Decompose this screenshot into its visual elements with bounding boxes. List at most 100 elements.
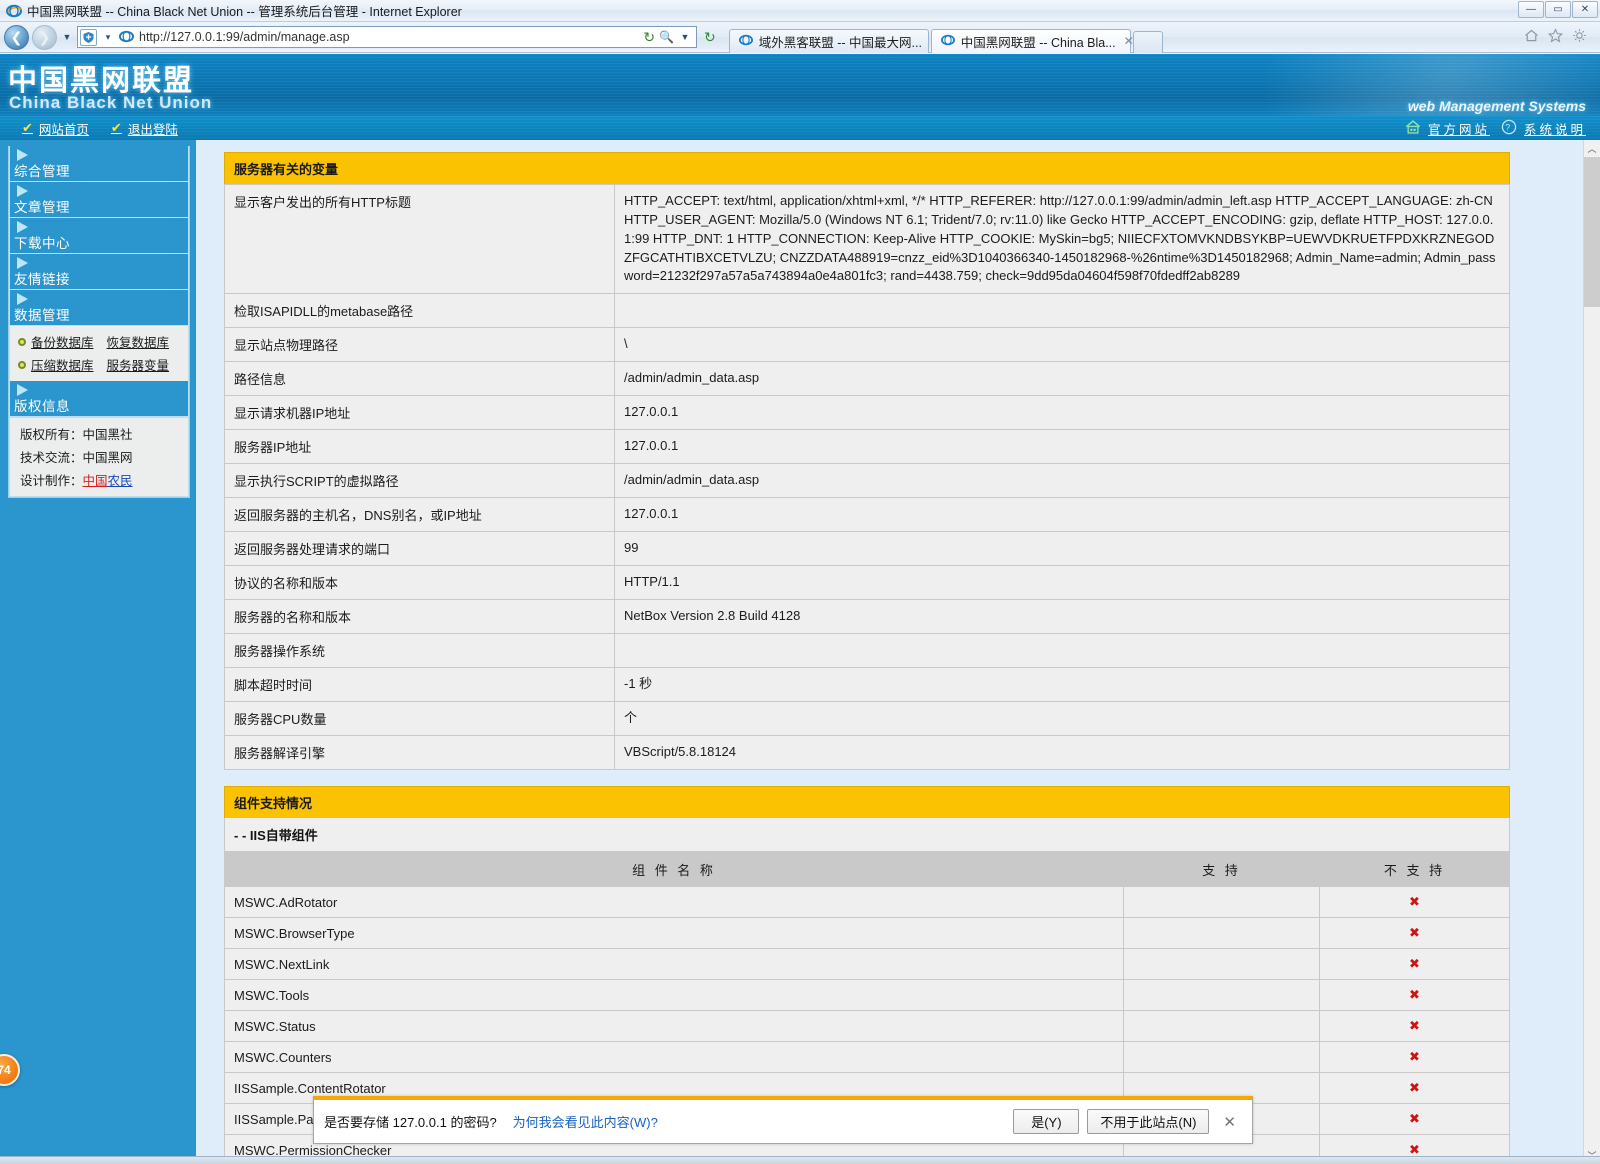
back-button[interactable]: ❮	[4, 24, 29, 50]
unsupported-cell: ✖	[1319, 1041, 1510, 1074]
server-variables-panel: 服务器有关的变量 显示客户发出的所有HTTP标题 HTTP_ACCEPT: te…	[224, 152, 1510, 771]
x-icon: ✖	[1409, 956, 1420, 972]
unsupported-cell: ✖	[1319, 948, 1510, 981]
sidebar-item-general[interactable]: 综合管理	[9, 146, 189, 182]
sidebar-item-restore-db[interactable]: 恢复数据库	[107, 332, 170, 351]
sidebar-item-backup-db[interactable]: 备份数据库	[31, 332, 94, 351]
tab-1[interactable]: 中国黑网联盟 -- China Bla... ✕	[930, 28, 1134, 53]
bullet-icon	[18, 337, 26, 346]
row-value: /admin/admin_data.asp	[614, 361, 1510, 397]
close-icon[interactable]: ✕	[1217, 1113, 1242, 1131]
sidebar-item-compact-db[interactable]: 压缩数据库	[31, 355, 94, 374]
yes-button[interactable]: 是(Y)	[1013, 1109, 1080, 1134]
supported-cell	[1123, 1010, 1320, 1043]
sidebar-group-label: 综合管理	[14, 164, 70, 179]
search-caret-icon[interactable]: ▼	[678, 32, 692, 42]
maximize-button[interactable]: ▭	[1545, 1, 1571, 18]
title-bar: 中国黑网联盟 -- China Black Net Union -- 管理系统后…	[0, 0, 1600, 22]
copyright-key: 设计制作：	[20, 474, 83, 488]
scroll-thumb[interactable]	[1584, 157, 1600, 307]
window-controls[interactable]: — ▭ ✕	[1518, 1, 1598, 18]
sidebar-item-data[interactable]: 数据管理	[9, 290, 189, 326]
compat-caret-icon[interactable]: ▾	[101, 32, 115, 43]
x-icon: ✖	[1409, 1080, 1420, 1096]
notification-message: 是否要存储 127.0.0.1 的密码?	[324, 1115, 497, 1130]
favorites-icon[interactable]	[1547, 27, 1564, 47]
row-key: 返回服务器处理请求的端口	[224, 531, 615, 567]
nav-link-label: 网站首页	[38, 122, 89, 137]
sidebar-group-label: 友情链接	[14, 272, 70, 287]
system-help-label: 系统说明	[1523, 122, 1586, 137]
panel-title-components: 组件支持情况	[224, 786, 1510, 819]
table-row: 协议的名称和版本 HTTP/1.1	[224, 565, 1510, 601]
sidebar-item-links[interactable]: 友情链接	[9, 254, 189, 290]
stop-refresh-icon[interactable]: ↻	[700, 29, 720, 46]
web-page: 中国黑网联盟 China Black Net Union web Managem…	[0, 54, 1600, 1164]
row-key: 显示执行SCRIPT的虚拟路径	[224, 463, 615, 499]
row-key: 返回服务器的主机名，DNS别名，或IP地址	[224, 497, 615, 533]
section-iis-components: - - IIS自带组件	[224, 818, 1510, 853]
minimize-button[interactable]: —	[1518, 1, 1544, 18]
designer-link-red[interactable]: 中国	[83, 474, 108, 488]
sidebar-group-label: 下载中心	[14, 236, 70, 251]
table-row: 返回服务器处理请求的端口 99	[224, 531, 1510, 567]
close-button[interactable]: ✕	[1572, 1, 1598, 18]
tab-label: 域外黑客联盟 -- 中国最大网...	[758, 35, 922, 50]
col-unsupported: 不 支 持	[1319, 852, 1510, 888]
new-tab-button[interactable]	[1132, 30, 1163, 53]
row-key: 检取ISAPIDLL的metabase路径	[224, 293, 615, 329]
site-logo-en: China Black Net Union	[9, 93, 213, 112]
row-value: VBScript/5.8.18124	[614, 735, 1510, 771]
x-icon: ✖	[1409, 1049, 1420, 1065]
row-key: 服务器CPU数量	[224, 701, 615, 737]
question-icon: ?	[1500, 118, 1518, 139]
notification-help-link[interactable]: 为何我会看见此内容(W)?	[513, 1112, 658, 1131]
refresh-icon[interactable]: ↻	[643, 29, 655, 46]
x-icon: ✖	[1409, 1142, 1420, 1158]
table-header-row: 组 件 名 称 支 持 不 支 持	[224, 852, 1510, 888]
site-tagline: web Management Systems	[1407, 98, 1586, 114]
system-help-link[interactable]: ? 系统说明	[1500, 118, 1586, 139]
row-value: HTTP/1.1	[614, 565, 1510, 601]
row-value: -1 秒	[614, 667, 1510, 703]
vertical-scrollbar[interactable]: ︿ ﹀	[1583, 140, 1600, 1164]
scroll-track[interactable]	[1584, 307, 1600, 1147]
check-icon: ✔	[110, 120, 122, 135]
scroll-up-icon[interactable]: ︿	[1584, 140, 1600, 157]
gear-icon[interactable]	[1571, 27, 1588, 47]
search-icon[interactable]: 🔍	[659, 30, 674, 44]
submenu-row: 压缩数据库 服务器变量	[10, 353, 188, 376]
unsupported-cell: ✖	[1319, 886, 1510, 919]
row-value: /admin/admin_data.asp	[614, 463, 1510, 499]
table-row: MSWC.AdRotator ✖	[224, 886, 1510, 919]
sidebar-item-downloads[interactable]: 下载中心	[9, 218, 189, 254]
nav-link-home[interactable]: ✔ 网站首页	[22, 119, 89, 138]
row-key: 显示站点物理路径	[224, 327, 615, 363]
notification-badge[interactable]: 74	[0, 1054, 20, 1086]
official-site-link[interactable]: 官方网站	[1404, 118, 1490, 139]
tab-0[interactable]: 域外黑客联盟 -- 中国最大网...	[728, 28, 929, 53]
never-for-site-button[interactable]: 不用于此站点(N)	[1087, 1109, 1210, 1134]
component-name: MSWC.AdRotator	[224, 886, 1124, 919]
sidebar-item-copyright[interactable]: 版权信息	[9, 381, 189, 417]
history-dropdown-icon[interactable]: ▼	[60, 32, 74, 42]
official-site-label: 官方网站	[1427, 122, 1490, 137]
table-row: 显示请求机器IP地址 127.0.0.1	[224, 395, 1510, 431]
page-favicon	[119, 29, 135, 45]
table-row: 检取ISAPIDLL的metabase路径	[224, 293, 1510, 329]
compatibility-view-icon[interactable]	[80, 28, 97, 46]
row-value: 127.0.0.1	[614, 395, 1510, 431]
sidebar-item-articles[interactable]: 文章管理	[9, 182, 189, 218]
nav-link-logout[interactable]: ✔ 退出登陆	[111, 119, 178, 138]
address-bar[interactable]: ▾ http://127.0.0.1:99/admin/manage.asp ↻…	[77, 26, 697, 48]
designer-link-blue[interactable]: 农民	[108, 474, 133, 488]
x-icon: ✖	[1409, 894, 1420, 910]
browser-window: 中国黑网联盟 -- China Black Net Union -- 管理系统后…	[0, 0, 1600, 1164]
table-row: MSWC.Counters ✖	[224, 1041, 1510, 1074]
home-icon[interactable]	[1523, 27, 1540, 47]
sidebar-item-server-vars[interactable]: 服务器变量	[107, 355, 170, 374]
forward-button[interactable]: ❯	[32, 24, 57, 50]
address-input[interactable]: http://127.0.0.1:99/admin/manage.asp	[139, 30, 639, 44]
table-row: 服务器CPU数量 个	[224, 701, 1510, 737]
table-row: MSWC.Status ✖	[224, 1010, 1510, 1043]
